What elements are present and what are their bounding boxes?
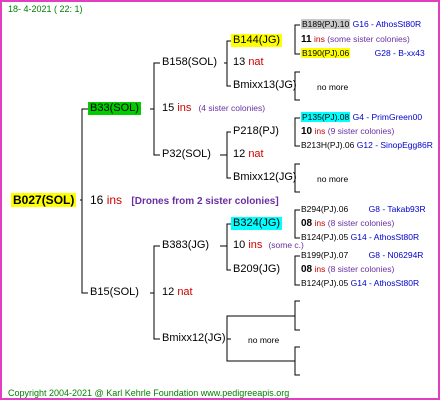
root-count-value: 16 (90, 193, 104, 207)
g4-bee[interactable]: B124(PJ).05 (301, 232, 348, 242)
g4-row: B294(PJ).06 G8 - Takab93R (301, 205, 426, 214)
fm-count-value: 10 (233, 239, 246, 251)
g4-bee[interactable]: B124(PJ).05 (301, 278, 348, 288)
g4-count-row: 11 ins (some sister colonies) (301, 35, 410, 45)
root-note: [Drones from 2 sister colonies] (131, 196, 279, 207)
g4-row: B124(PJ).05 G14 - AthosSt80R (301, 233, 419, 242)
mother-note: (4 sister colonies) (198, 103, 266, 113)
g4-row: B213H(PJ).06 G12 - SinopEgg86R (301, 141, 433, 150)
pedigree-frame: 18- 4-2021 ( 22: 1) B027(SOL) 16 ins [Dr… (0, 0, 440, 400)
g4-count-note: (8 sister colonies) (327, 218, 395, 228)
mm-count-unit: nat (248, 56, 264, 68)
father-count-value: 12 (162, 286, 175, 298)
g4-origin: G12 - SinopEgg86R (356, 140, 433, 150)
mmf-bee[interactable]: Bmixx13(JG) (231, 79, 299, 92)
mf-count-unit: nat (248, 148, 264, 160)
fmm-bee[interactable]: B324(JG) (231, 217, 283, 230)
g4-origin: G16 - AthosSt80R (352, 19, 422, 29)
mm-count: 13 nat (231, 56, 266, 69)
mff-bee[interactable]: Bmixx12(JG) (231, 171, 299, 184)
g4-bee[interactable]: P135(PJ).08 (301, 112, 351, 122)
father-count: 12 nat (160, 286, 195, 299)
mf-bee[interactable]: P32(SOL) (160, 148, 213, 161)
g4-row: P135(PJ).08 G4 - PrimGreen00 (301, 112, 423, 122)
g4-count-note: (9 sister colonies) (327, 126, 395, 136)
root-bee[interactable]: B027(SOL) (11, 193, 77, 207)
root-count: 16 ins [Drones from 2 sister colonies] (88, 193, 281, 208)
g4-count-row: 10 ins (9 sister colonies) (301, 127, 394, 137)
mf-count-value: 12 (233, 148, 246, 160)
g4-count-unit: ins (314, 126, 326, 136)
g4-origin: G8 - N06294R (368, 250, 424, 260)
mm-count-value: 13 (233, 56, 246, 68)
g4-count-note: (some sister colonies) (327, 34, 410, 44)
mfm-bee[interactable]: P218(PJ) (231, 125, 281, 138)
g4-bee[interactable]: B190(PJ).06 (301, 48, 351, 58)
g4-count-unit: ins (313, 34, 325, 44)
mother-count-unit: ins (177, 102, 192, 114)
ff-bee[interactable]: Bmixx12(JG) (160, 332, 228, 345)
root-count-unit: ins (106, 193, 123, 207)
mother-count: 15 ins (4 sister colonies) (160, 102, 267, 115)
ff-note: no more (248, 335, 280, 345)
fm-count: 10 ins (some c.) (231, 239, 306, 252)
g4-row: B190(PJ).06 G28 - B-xx43 (301, 48, 425, 58)
g4-row: B199(PJ).07 G8 - N06294R (301, 251, 423, 260)
g4-origin: G14 - AthosSt80R (350, 278, 420, 288)
mmf-note: no more (317, 82, 349, 92)
g4-bee[interactable]: B189(PJ).10 (301, 19, 351, 29)
g4-row: B189(PJ).10 G16 - AthosSt80R (301, 19, 422, 29)
g4-count-row: 08 ins (8 sister colonies) (301, 265, 394, 275)
mother-count-value: 15 (162, 102, 175, 114)
g4-origin: G14 - AthosSt80R (350, 232, 420, 242)
g4-row: B124(PJ).05 G14 - AthosSt80R (301, 279, 419, 288)
father-count-unit: nat (177, 286, 193, 298)
mother-bee[interactable]: B33(SOL) (88, 102, 141, 115)
g4-bee[interactable]: B294(PJ).06 (301, 204, 348, 214)
mff-note: no more (317, 174, 349, 184)
g4-count-unit: ins (314, 218, 326, 228)
mmm-bee[interactable]: B144(JG) (231, 34, 283, 47)
g4-count-value: 08 (301, 264, 313, 275)
g4-count-unit: ins (314, 264, 326, 274)
father-bee[interactable]: B15(SOL) (88, 286, 141, 299)
g4-bee[interactable]: B213H(PJ).06 (301, 140, 354, 150)
g4-count-row: 08 ins (8 sister colonies) (301, 219, 394, 229)
fmf-bee[interactable]: B209(JG) (231, 263, 282, 276)
timestamp: 18- 4-2021 ( 22: 1) (8, 4, 83, 14)
mf-count: 12 nat (231, 148, 266, 161)
g4-origin: G8 - Takab93R (368, 204, 426, 214)
copyright: Copyright 2004-2021 @ Karl Kehrle Founda… (8, 388, 290, 398)
g4-origin: G28 - B-xx43 (374, 48, 425, 58)
mm-bee[interactable]: B158(SOL) (160, 56, 219, 69)
g4-count-value: 11 (301, 34, 312, 45)
g4-origin: G4 - PrimGreen00 (352, 112, 423, 122)
fm-bee[interactable]: B383(JG) (160, 239, 211, 252)
g4-count-value: 10 (301, 126, 313, 137)
g4-count-note: (8 sister colonies) (327, 264, 395, 274)
g4-bee[interactable]: B199(PJ).07 (301, 250, 348, 260)
fm-note: (some c.) (268, 240, 304, 250)
fm-count-unit: ins (248, 239, 263, 251)
g4-count-value: 08 (301, 218, 313, 229)
